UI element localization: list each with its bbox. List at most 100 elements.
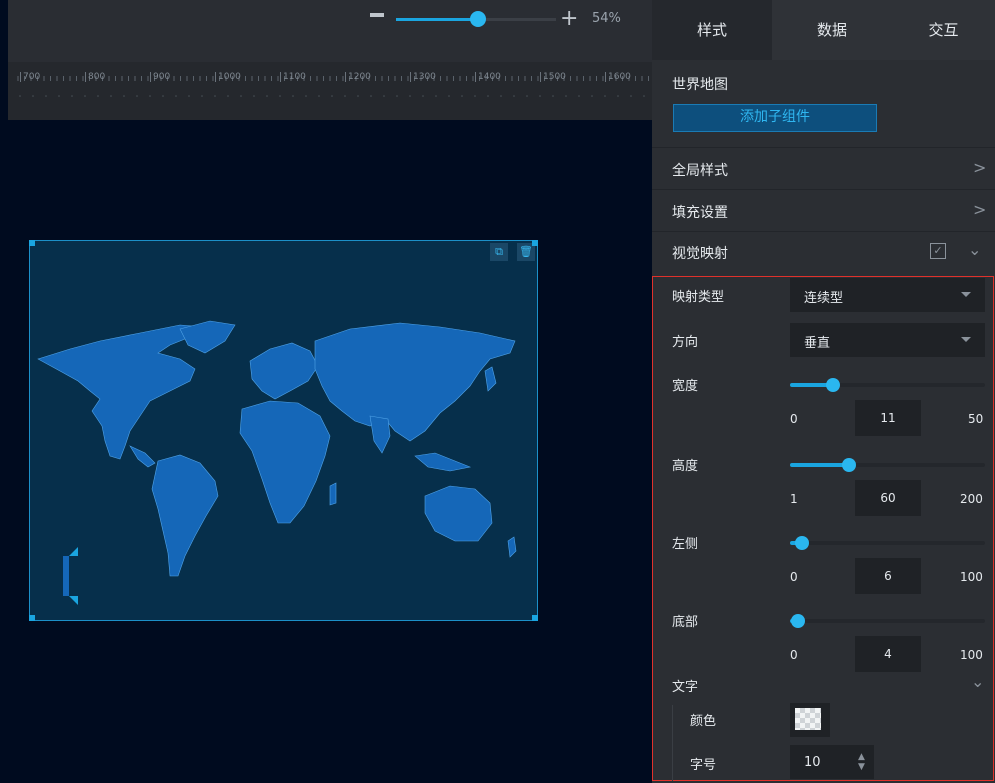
ruler-grid-dot bbox=[526, 95, 528, 97]
bottom-input[interactable]: 4 bbox=[855, 636, 921, 672]
ruler-grid-dot bbox=[45, 95, 47, 97]
ruler-grid-dot bbox=[97, 95, 99, 97]
ruler-grid-dot bbox=[539, 95, 541, 97]
ruler-grid-dot bbox=[123, 95, 125, 97]
ruler-grid-dot bbox=[513, 95, 515, 97]
ruler-grid-dot bbox=[214, 95, 216, 97]
ruler-grid-dot bbox=[266, 95, 268, 97]
ruler-grid-dot bbox=[19, 95, 21, 97]
ruler-tick-label: 1100 bbox=[283, 72, 306, 82]
resize-handle-bl[interactable] bbox=[29, 615, 35, 621]
height-input[interactable]: 60 bbox=[855, 480, 921, 516]
ruler-grid-dot bbox=[617, 95, 619, 97]
chevron-down-icon[interactable]: ⌄ bbox=[968, 240, 981, 259]
ruler-grid-dot bbox=[383, 95, 385, 97]
ruler-tick-label: 700 bbox=[23, 72, 41, 82]
tab-style[interactable]: 样式 bbox=[652, 0, 772, 60]
ruler-tick bbox=[280, 72, 281, 82]
width-min-value: 0 bbox=[790, 412, 798, 426]
horizontal-ruler[interactable] bbox=[8, 62, 652, 120]
ruler-grid-dot bbox=[435, 95, 437, 97]
width-input[interactable]: 11 bbox=[855, 400, 921, 436]
direction-select[interactable]: 垂直 bbox=[790, 323, 985, 357]
ruler-grid-dot bbox=[565, 95, 567, 97]
font-size-label: 字号 bbox=[690, 758, 717, 773]
visual-mapping-checkbox[interactable]: ✓ bbox=[930, 243, 946, 259]
left-slider-thumb[interactable] bbox=[795, 536, 809, 550]
left-slider[interactable] bbox=[790, 541, 985, 545]
ruler-grid-dot bbox=[500, 95, 502, 97]
ruler-tick bbox=[475, 72, 476, 82]
ruler-grid-dot bbox=[357, 95, 359, 97]
bottom-min-value: 0 bbox=[790, 648, 798, 662]
tab-interaction[interactable]: 交互 bbox=[892, 0, 995, 60]
left-min-value: 0 bbox=[790, 570, 798, 584]
ruler-grid-dot bbox=[84, 95, 86, 97]
world-map-widget[interactable]: ⧉ 🗑 bbox=[29, 240, 538, 621]
ruler-grid-dot bbox=[253, 95, 255, 97]
chevron-down-icon[interactable]: ⌄ bbox=[971, 672, 984, 691]
ruler-grid-dot bbox=[188, 95, 190, 97]
resize-handle-br[interactable] bbox=[532, 615, 538, 621]
ruler-top-strip bbox=[8, 40, 652, 62]
ruler-grid-dot bbox=[604, 95, 606, 97]
ruler-grid-dot bbox=[630, 95, 632, 97]
ruler-tick-label: 1300 bbox=[413, 72, 436, 82]
ruler-tick-label: 1600 bbox=[608, 72, 631, 82]
section-visual-mapping[interactable]: 视觉映射 bbox=[672, 243, 728, 263]
map-north-america bbox=[37, 324, 206, 460]
add-child-component-button[interactable]: 添加子组件 bbox=[673, 104, 877, 132]
ruler-grid-dot bbox=[461, 95, 463, 97]
bottom-slider-thumb[interactable] bbox=[791, 614, 805, 628]
ruler-grid-dot bbox=[331, 95, 333, 97]
ruler-tick bbox=[150, 72, 151, 82]
section-global-style[interactable]: 全局样式 bbox=[672, 160, 728, 180]
ruler-tick-label: 800 bbox=[88, 72, 106, 82]
width-max-value: 50 bbox=[968, 412, 984, 426]
ruler-tick-label: 1200 bbox=[348, 72, 371, 82]
ruler-grid-dot bbox=[591, 95, 593, 97]
width-slider-thumb[interactable] bbox=[826, 378, 840, 392]
ruler-tick-label: 1400 bbox=[478, 72, 501, 82]
map-madagascar bbox=[329, 482, 337, 506]
ruler-grid-dot bbox=[240, 95, 242, 97]
ruler-grid-dot bbox=[448, 95, 450, 97]
chevron-right-icon[interactable]: > bbox=[973, 200, 986, 219]
ruler-grid-dot bbox=[578, 95, 580, 97]
resize-handle-tl[interactable] bbox=[29, 240, 35, 246]
ruler-grid-dot bbox=[279, 95, 281, 97]
bottom-max-value: 100 bbox=[960, 648, 983, 662]
component-title: 世界地图 bbox=[672, 77, 728, 93]
chevron-right-icon[interactable]: > bbox=[973, 158, 986, 177]
bottom-slider[interactable] bbox=[790, 619, 985, 623]
zoom-out-button[interactable] bbox=[370, 13, 384, 17]
text-color-picker[interactable] bbox=[790, 703, 830, 737]
map-indonesia bbox=[414, 452, 472, 472]
ruler-tick bbox=[215, 72, 216, 82]
map-india bbox=[369, 415, 391, 454]
ruler-grid-dot bbox=[32, 95, 34, 97]
width-label: 宽度 bbox=[672, 379, 699, 394]
map-africa bbox=[239, 400, 331, 524]
ruler-grid-dot bbox=[201, 95, 203, 97]
map-asia bbox=[314, 322, 516, 442]
tab-data[interactable]: 数据 bbox=[772, 0, 892, 60]
resize-handle-tr[interactable] bbox=[532, 240, 538, 246]
section-fill-settings[interactable]: 填充设置 bbox=[672, 202, 728, 222]
left-input[interactable]: 6 bbox=[855, 558, 921, 594]
height-slider-thumb[interactable] bbox=[842, 458, 856, 472]
zoom-in-button[interactable]: + bbox=[560, 8, 578, 30]
ruler-tick-label: 1000 bbox=[218, 72, 241, 82]
zoom-slider-fill bbox=[396, 18, 478, 21]
world-map bbox=[37, 320, 517, 605]
map-australia bbox=[424, 485, 493, 542]
ruler-grid-dot bbox=[370, 95, 372, 97]
zoom-slider-thumb[interactable] bbox=[470, 11, 486, 27]
height-max-value: 200 bbox=[960, 492, 983, 506]
font-size-stepper[interactable]: 10 ▲ ▼ bbox=[790, 745, 874, 779]
copy-icon[interactable]: ⧉ bbox=[490, 243, 508, 261]
ruler-tick bbox=[20, 72, 21, 82]
mapping-type-select[interactable]: 连续型 bbox=[790, 278, 985, 312]
visual-map-legend[interactable] bbox=[63, 556, 69, 596]
mapping-type-label: 映射类型 bbox=[672, 290, 725, 305]
